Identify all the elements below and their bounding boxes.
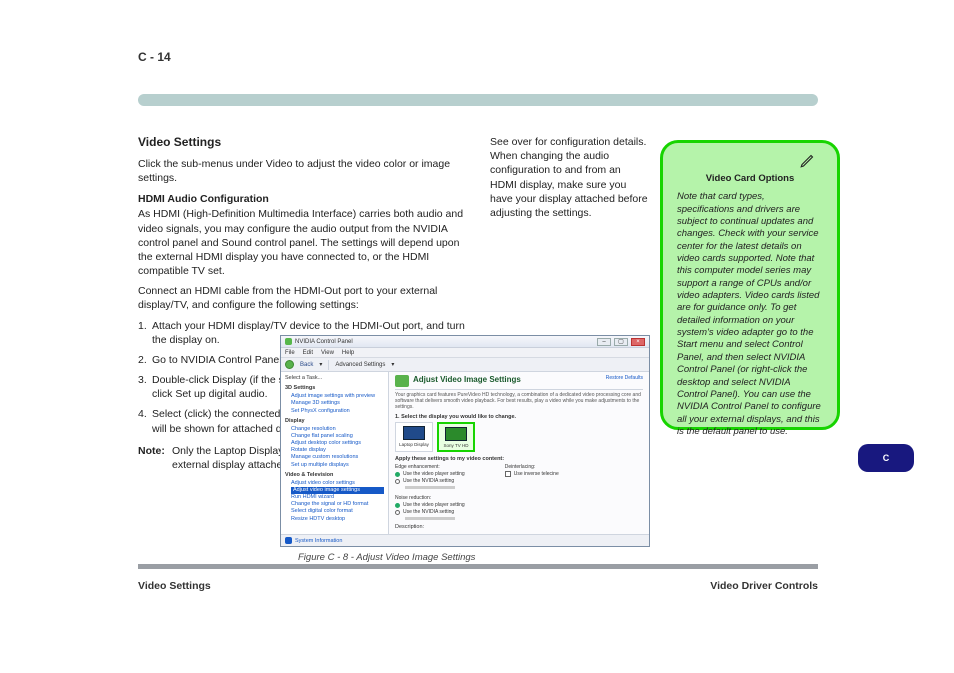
menu-file[interactable]: File — [285, 350, 295, 356]
tree-item[interactable]: Adjust desktop color settings — [291, 440, 384, 447]
tree-item-selected[interactable]: Adjust video image settings — [291, 487, 384, 494]
tree-item[interactable]: Run HDMI wizard — [291, 494, 384, 501]
tree-item[interactable]: Adjust image settings with preview — [291, 393, 384, 400]
info-icon — [285, 537, 292, 544]
step-num: 2. — [138, 353, 152, 367]
display-label: Laptop Display — [398, 442, 430, 447]
right-para: See over for configuration details. When… — [490, 135, 650, 220]
close-button[interactable]: × — [631, 338, 645, 346]
tree-group[interactable]: Display — [285, 418, 384, 425]
step-num: 4. — [138, 407, 152, 421]
noise-slider[interactable] — [405, 517, 455, 520]
menu-view[interactable]: View — [321, 350, 334, 356]
panel-title: Adjust Video Image Settings — [413, 375, 602, 384]
tree-item[interactable]: Change the signal or HD format — [291, 501, 384, 508]
deinterlacing-label: Deinterlacing: — [505, 464, 559, 470]
tab-indicator: C — [858, 444, 914, 472]
note-box-title: Video Card Options — [677, 173, 823, 185]
tree-item[interactable]: Rotate display — [291, 447, 384, 454]
tree-item[interactable]: Change resolution — [291, 426, 384, 433]
section-bar — [138, 94, 818, 106]
right-column: See over for configuration details. When… — [490, 135, 650, 220]
note-label: Note: — [138, 444, 172, 458]
display-option-laptop[interactable]: Laptop Display — [395, 422, 433, 452]
monitor-icon — [403, 426, 425, 440]
tree-item[interactable]: Resize HDTV desktop — [291, 516, 384, 523]
note-box-body: Note that card types, specifications and… — [677, 191, 823, 438]
tree-item[interactable]: Manage custom resolutions — [291, 454, 384, 461]
menu-help[interactable]: Help — [342, 350, 354, 356]
back-label[interactable]: Back — [300, 362, 313, 368]
tree-group[interactable]: Video & Television — [285, 472, 384, 479]
tree-header: Select a Task... — [285, 375, 384, 382]
panel-description: Your graphics card features PureVideo HD… — [395, 392, 643, 410]
status-bar: System Information — [281, 534, 649, 546]
back-icon[interactable] — [285, 360, 294, 369]
tree-item[interactable]: Adjust video color settings — [291, 480, 384, 487]
tree-item[interactable]: Manage 3D settings — [291, 400, 384, 407]
para1: As HDMI (High-Definition Multimedia Inte… — [138, 207, 468, 278]
figure-caption: Figure C - 8 - Adjust Video Image Settin… — [298, 552, 475, 563]
tree-item[interactable]: Set up multiple displays — [291, 462, 384, 469]
radio-player-setting[interactable]: Use the video player setting — [395, 502, 465, 508]
intro-text: Click the sub-menus under Video to adjus… — [138, 157, 468, 185]
edge-slider[interactable] — [405, 486, 455, 489]
display-label: Sony TV HD — [441, 443, 471, 448]
nvidia-icon — [285, 338, 292, 345]
sub-heading: HDMI Audio Configuration — [138, 193, 468, 205]
system-info-link[interactable]: System Information — [295, 538, 342, 544]
divider — [138, 564, 818, 569]
note-box: Video Card Options Note that card types,… — [660, 140, 840, 430]
figure-nvidia-panel: NVIDIA Control Panel – ▢ × File Edit Vie… — [280, 335, 650, 547]
tv-icon — [395, 375, 409, 387]
footer-right: Video Driver Controls — [710, 580, 818, 592]
menu-bar: File Edit View Help — [281, 348, 649, 358]
step-num: 1. — [138, 319, 152, 333]
checkbox-inverse-telecine[interactable]: Use inverse telecine — [505, 471, 559, 477]
tree-item[interactable]: Select digital color format — [291, 508, 384, 515]
tree-item[interactable]: Set PhysX configuration — [291, 408, 384, 415]
footer: Video Settings Video Driver Controls — [138, 580, 818, 592]
page-number: C - 14 — [138, 50, 171, 64]
maximize-button[interactable]: ▢ — [614, 338, 628, 346]
pen-icon — [799, 151, 817, 169]
radio-player-setting[interactable]: Use the video player setting — [395, 471, 465, 477]
tree-item[interactable]: Change flat panel scaling — [291, 433, 384, 440]
task-tree: Select a Task... 3D Settings Adjust imag… — [281, 372, 389, 534]
radio-nvidia-setting[interactable]: Use the NVIDIA setting — [395, 478, 465, 484]
step-label: 1. Select the display you would like to … — [395, 414, 643, 420]
main-panel: Adjust Video Image Settings Restore Defa… — [389, 372, 649, 534]
step-num: 3. — [138, 373, 152, 387]
monitor-icon — [445, 427, 467, 441]
tree-group[interactable]: 3D Settings — [285, 385, 384, 392]
window-titlebar: NVIDIA Control Panel – ▢ × — [281, 336, 649, 348]
display-option-sony-tv[interactable]: Sony TV HD — [437, 422, 475, 452]
advanced-settings-dropdown[interactable]: Advanced Settings — [335, 362, 385, 368]
menu-edit[interactable]: Edit — [303, 350, 313, 356]
radio-nvidia-setting[interactable]: Use the NVIDIA setting — [395, 509, 465, 515]
edge-label: Edge enhancement: — [395, 464, 465, 470]
noise-label: Noise reduction: — [395, 495, 465, 501]
footer-left: Video Settings — [138, 580, 211, 592]
para2: Connect an HDMI cable from the HDMI-Out … — [138, 284, 468, 312]
description-label: Description: — [395, 524, 424, 530]
section-title: Video Settings — [138, 135, 468, 149]
restore-defaults-link[interactable]: Restore Defaults — [606, 375, 643, 381]
toolbar: Back ▾ Advanced Settings ▾ — [281, 358, 649, 372]
minimize-button[interactable]: – — [597, 338, 611, 346]
apply-label: Apply these settings to my video content… — [395, 456, 643, 462]
window-title: NVIDIA Control Panel — [295, 339, 353, 345]
